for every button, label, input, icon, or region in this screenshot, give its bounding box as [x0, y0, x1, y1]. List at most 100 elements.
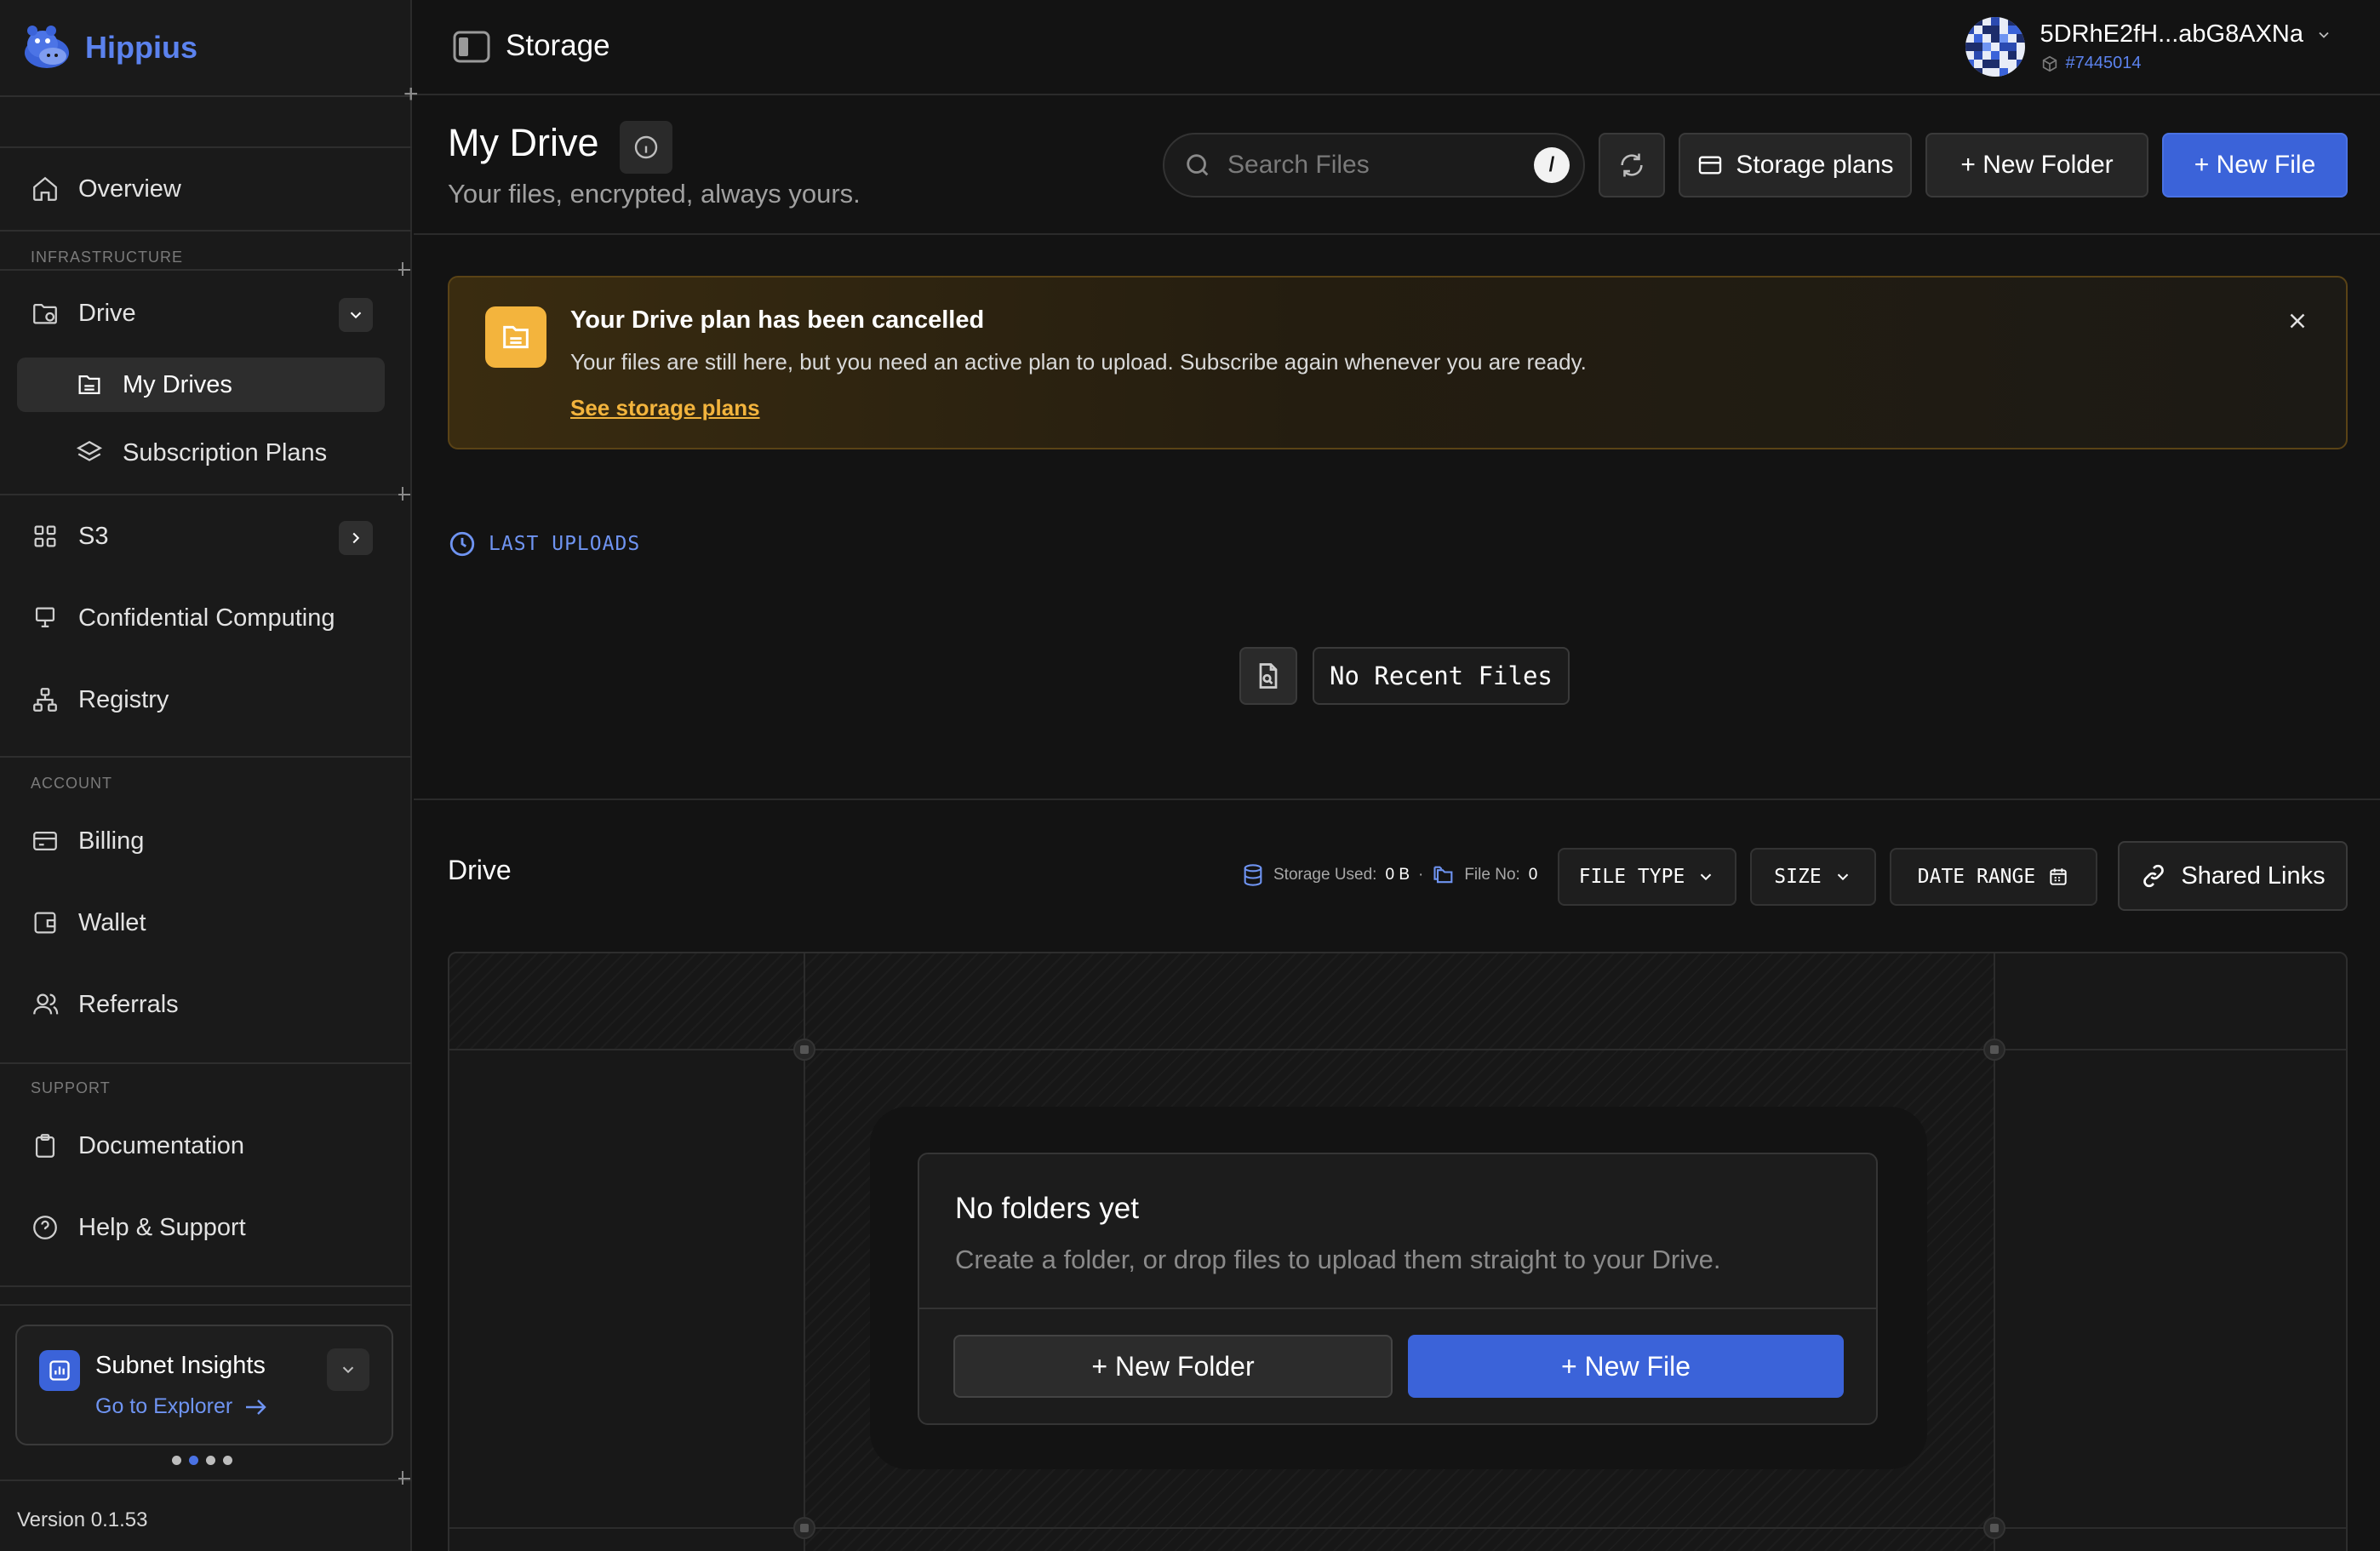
close-icon	[2290, 313, 2305, 329]
network-icon	[33, 688, 57, 712]
separator-dot: ·	[1418, 866, 1424, 884]
corner-tick	[398, 1478, 410, 1479]
carousel-dot[interactable]	[206, 1456, 215, 1465]
grid-knot-icon	[1983, 1517, 2005, 1539]
grid-knot-icon	[793, 1039, 815, 1061]
corner-plus-icon: +	[403, 80, 419, 108]
divider	[0, 494, 412, 495]
sidebar-item-label: Drive	[78, 299, 136, 327]
banner-message: Your files are still here, but you need …	[570, 349, 1587, 375]
page-title: My Drive	[448, 121, 599, 164]
new-folder-button[interactable]: + New Folder	[1925, 133, 2148, 197]
section-label-support: SUPPORT	[31, 1079, 111, 1096]
clipboard-icon	[35, 1134, 55, 1158]
carousel-dot[interactable]	[172, 1456, 181, 1465]
sidebar-item-label: Billing	[78, 827, 145, 855]
carousel-dot[interactable]	[223, 1456, 232, 1465]
plan-cancelled-banner: Your Drive plan has been cancelled Your …	[448, 276, 2348, 449]
banner-title: Your Drive plan has been cancelled	[570, 306, 985, 334]
keyboard-shortcut-badge: /	[1534, 147, 1570, 183]
cube-icon	[2042, 55, 2057, 72]
user-menu[interactable]: 5DRhE2fH...abG8AXNa #7445014	[1965, 17, 2332, 77]
sidebar-item-overview[interactable]: Overview	[17, 162, 385, 216]
insights-title: Subnet Insights	[95, 1352, 266, 1379]
divider	[0, 1285, 412, 1287]
empty-new-file-button[interactable]: + New File	[1408, 1335, 1844, 1398]
credit-card-icon	[33, 831, 57, 851]
info-button[interactable]	[620, 121, 672, 174]
chart-icon	[39, 1350, 80, 1391]
sidebar-toggle-button[interactable]	[453, 31, 490, 63]
corner-tick	[402, 487, 403, 501]
chevron-down-icon	[1701, 873, 1712, 881]
section-label: LAST UPLOADS	[489, 533, 641, 555]
last-uploads-heading: LAST UPLOADS	[448, 529, 640, 558]
button-label: Shared Links	[2181, 861, 2326, 890]
carousel-dot[interactable]	[189, 1456, 198, 1465]
version-label: Version 0.1.53	[17, 1508, 148, 1531]
sidebar-item-label: Overview	[78, 175, 181, 203]
user-id: #7445014	[2065, 54, 2142, 72]
file-search-icon	[1239, 647, 1297, 705]
button-label: + New Folder	[1960, 151, 2114, 179]
no-recent-files: No Recent Files	[1239, 647, 1570, 705]
corner-tick	[398, 494, 410, 495]
storage-plans-button[interactable]: Storage plans	[1679, 133, 1912, 197]
divider	[919, 1308, 1876, 1309]
sidebar-item-confidential-computing[interactable]: Confidential Computing	[17, 591, 385, 645]
wallet-icon	[34, 912, 56, 934]
sidebar-item-help-support[interactable]: Help & Support	[17, 1200, 385, 1255]
button-label: + New Folder	[1091, 1350, 1255, 1382]
chevron-down-icon	[1837, 873, 1848, 881]
sidebar-item-referrals[interactable]: Referrals	[17, 977, 385, 1032]
sidebar-item-label: Help & Support	[78, 1213, 246, 1241]
divider	[0, 95, 412, 97]
page-subtitle: Your files, encrypted, always yours.	[448, 179, 861, 209]
subnet-insights-card[interactable]: Subnet Insights Go to Explorer	[15, 1325, 393, 1445]
sidebar-item-s3[interactable]: S3	[17, 509, 385, 564]
drive-expand-button[interactable]	[339, 298, 373, 332]
sidebar-item-wallet[interactable]: Wallet	[17, 896, 385, 950]
file-type-filter[interactable]: FILE TYPE	[1558, 848, 1736, 906]
hatch-pattern	[449, 953, 804, 1049]
storage-used-value: 0 B	[1385, 866, 1410, 884]
brand-logo[interactable]: Hippius	[22, 20, 197, 75]
sidebar-item-billing[interactable]: Billing	[17, 814, 385, 868]
grid-line	[449, 1527, 2346, 1529]
insights-collapse-button[interactable]	[327, 1348, 369, 1391]
divider	[0, 230, 412, 232]
sidebar-item-label: Subscription Plans	[123, 438, 328, 466]
carousel-dots[interactable]	[172, 1456, 232, 1465]
divider	[0, 756, 412, 758]
drive-folder-icon	[33, 303, 57, 324]
monitor-icon	[35, 607, 55, 628]
link-icon	[2143, 864, 2165, 888]
go-to-explorer-link[interactable]: Go to Explorer	[95, 1394, 268, 1419]
sidebar-item-registry[interactable]: Registry	[17, 672, 385, 727]
date-range-filter[interactable]: DATE RANGE	[1890, 848, 2097, 906]
sidebar-item-subscription-plans[interactable]: Subscription Plans	[17, 426, 385, 480]
search-input[interactable]: Search Files /	[1163, 133, 1585, 197]
section-divider	[414, 798, 2380, 800]
size-filter[interactable]: SIZE	[1750, 848, 1876, 906]
empty-new-folder-button[interactable]: + New Folder	[953, 1335, 1393, 1398]
grid-knot-icon	[793, 1517, 815, 1539]
sidebar-item-drive[interactable]: Drive	[17, 286, 385, 341]
link-label: Go to Explorer	[95, 1394, 233, 1418]
shared-links-button[interactable]: Shared Links	[2118, 841, 2348, 911]
s3-expand-button[interactable]	[339, 521, 373, 555]
sidebar-item-my-drives[interactable]: My Drives	[17, 358, 385, 412]
refresh-button[interactable]	[1599, 133, 1665, 197]
sidebar-item-documentation[interactable]: Documentation	[17, 1119, 385, 1173]
file-no-label: File No:	[1464, 866, 1520, 884]
hippo-logo-icon	[25, 26, 69, 68]
folders-icon	[1433, 866, 1453, 884]
header-divider	[414, 233, 2380, 235]
sidebar-item-label: My Drives	[123, 370, 232, 398]
button-label: + New File	[1560, 1350, 1691, 1382]
file-no-value: 0	[1528, 866, 1538, 884]
new-file-button[interactable]: + New File	[2162, 133, 2348, 197]
see-storage-plans-link[interactable]: See storage plans	[570, 395, 760, 421]
info-icon	[634, 135, 658, 159]
banner-close-button[interactable]	[2285, 308, 2310, 334]
